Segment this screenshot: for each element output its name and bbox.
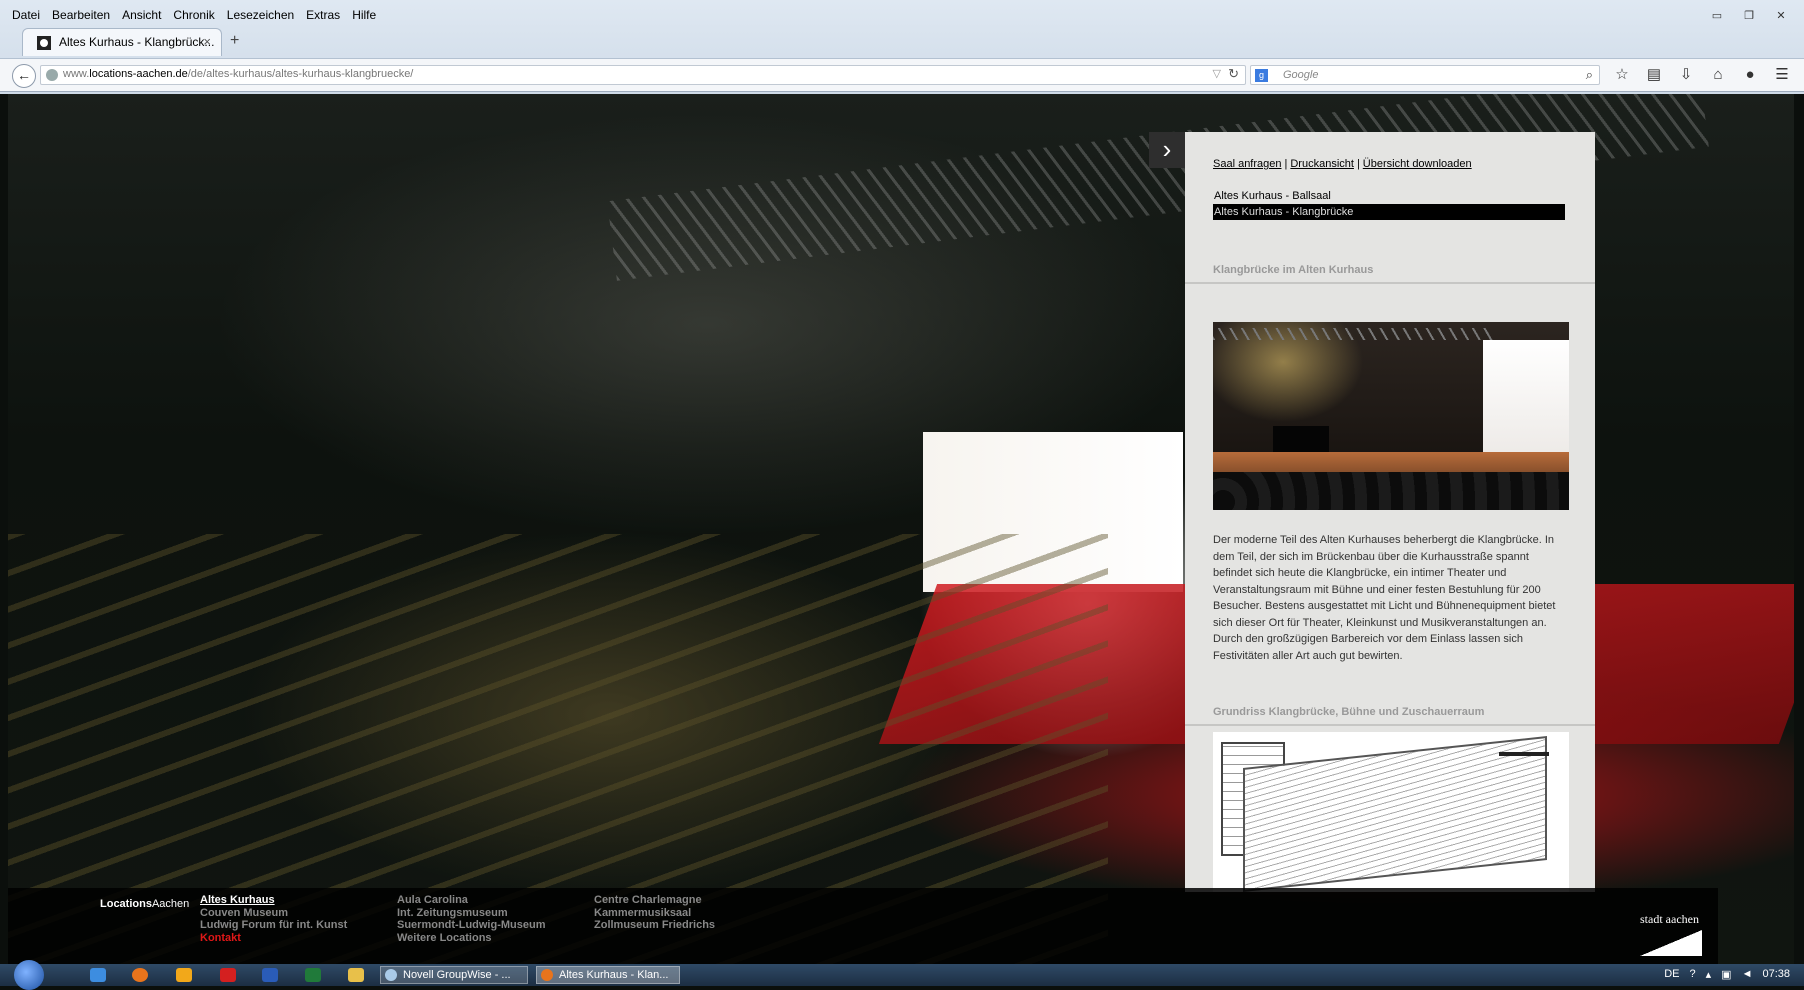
language-indicator[interactable]: DE xyxy=(1664,968,1679,981)
window-controls: ▭ ❐ ✕ xyxy=(1704,8,1794,24)
back-button[interactable]: ← xyxy=(12,64,36,88)
footer-column-1: Altes Kurhaus Couven Museum Ludwig Forum… xyxy=(200,894,347,944)
navigation-bar: ← www.locations-aachen.de/de/altes-kurha… xyxy=(0,58,1804,92)
menu-hilfe[interactable]: Hilfe xyxy=(352,8,376,22)
footer-link-centre-charlemagne[interactable]: Centre Charlemagne xyxy=(594,894,715,907)
bookmarks-list-icon[interactable]: ▤ xyxy=(1644,65,1664,85)
explorer-icon[interactable] xyxy=(348,968,364,982)
help-icon[interactable]: ? xyxy=(1690,968,1696,981)
search-input[interactable]: Google xyxy=(1283,69,1318,81)
show-hidden-icons-icon[interactable]: ▴ xyxy=(1706,968,1712,981)
search-icon[interactable]: ⌕ xyxy=(1586,67,1593,83)
floor-plan-image[interactable] xyxy=(1213,732,1569,892)
footer-link-kontakt[interactable]: Kontakt xyxy=(200,932,347,945)
footer-link-zeitungsmuseum[interactable]: Int. Zeitungsmuseum xyxy=(397,907,546,920)
firefox-icon xyxy=(541,969,553,981)
footer-link-weitere-locations[interactable]: Weitere Locations xyxy=(397,932,546,945)
pdf-icon[interactable] xyxy=(220,968,236,982)
footer-link-kammermusiksaal[interactable]: Kammermusiksaal xyxy=(594,907,715,920)
groupwise-icon xyxy=(385,969,397,981)
collapse-panel-button[interactable]: › xyxy=(1149,132,1185,168)
info-panel: Saal anfragen | Druckansicht | Übersicht dow… xyxy=(1185,132,1595,892)
tab-title: Altes Kurhaus - Klangbrück... xyxy=(59,35,215,49)
section-divider xyxy=(1185,282,1595,284)
site-favicon-icon xyxy=(37,36,51,50)
network-icon[interactable]: ▣ xyxy=(1721,968,1731,981)
menu-bar: Datei Bearbeiten Ansicht Chronik Lesezeichen… xyxy=(0,6,1804,26)
google-engine-icon[interactable]: g xyxy=(1255,69,1268,82)
section-title-klangbruecke: Klangbrücke im Alten Kurhaus xyxy=(1213,264,1374,276)
panel-links: Saal anfragen | Druckansicht | Übersicht dow… xyxy=(1213,158,1472,170)
media-player-icon[interactable] xyxy=(176,968,192,982)
footer-column-2: Aula Carolina Int. Zeitungsmuseum Suermo… xyxy=(397,894,546,944)
menu-icon[interactable]: ☰ xyxy=(1772,65,1792,85)
footer-brand[interactable]: LocationsAachen xyxy=(100,898,189,910)
new-tab-icon[interactable]: + xyxy=(230,32,239,50)
sub-item-ballsaal[interactable]: Altes Kurhaus - Ballsaal xyxy=(1213,188,1565,204)
sub-item-klangbruecke[interactable]: Altes Kurhaus - Klangbrücke xyxy=(1213,204,1565,220)
footer-column-3: Centre Charlemagne Kammermusiksaal Zollm… xyxy=(594,894,715,932)
druckansicht-link[interactable]: Druckansicht xyxy=(1290,158,1354,170)
system-tray: DE ? ▴ ▣ ◄ 07:38 xyxy=(1664,968,1790,981)
saal-anfragen-link[interactable]: Saal anfragen xyxy=(1213,158,1282,170)
stadt-aachen-mark-icon xyxy=(1640,930,1702,956)
reload-icon[interactable]: ↻ xyxy=(1228,66,1239,82)
word-icon[interactable] xyxy=(262,968,278,982)
chat-icon[interactable]: ● xyxy=(1740,65,1760,85)
section-title-grundriss: Grundriss Klangbrücke, Bühne und Zuschau… xyxy=(1213,706,1485,718)
footer-link-altes-kurhaus[interactable]: Altes Kurhaus xyxy=(200,894,347,907)
browser-chrome: Datei Bearbeiten Ansicht Chronik Lesezeichen… xyxy=(0,0,1804,94)
stadt-aachen-logo[interactable]: stadt aachen xyxy=(1606,888,1718,964)
search-box[interactable]: g Google ⌕ xyxy=(1250,65,1600,85)
footer-link-aula-carolina[interactable]: Aula Carolina xyxy=(397,894,546,907)
stage-photo[interactable] xyxy=(1213,322,1569,510)
menu-chronik[interactable]: Chronik xyxy=(173,8,214,22)
firefox-icon[interactable] xyxy=(132,968,148,982)
menu-extras[interactable]: Extras xyxy=(306,8,340,22)
excel-icon[interactable] xyxy=(305,968,321,982)
task-firefox[interactable]: Altes Kurhaus - Klan... xyxy=(536,966,680,984)
restore-icon[interactable]: ❐ xyxy=(1736,8,1762,24)
url-text[interactable]: www.locations-aachen.de/de/altes-kurhaus… xyxy=(63,68,413,80)
footer-nav: LocationsAachen Altes Kurhaus Couven Mus… xyxy=(8,888,1718,964)
footer-link-ludwig-forum[interactable]: Ludwig Forum für int. Kunst xyxy=(200,919,347,932)
close-tab-icon[interactable]: × xyxy=(203,34,211,49)
section-divider xyxy=(1185,724,1595,726)
minimize-icon[interactable]: ▭ xyxy=(1704,8,1730,24)
bookmark-star-icon[interactable]: ☆ xyxy=(1612,65,1632,85)
footer-link-couven-museum[interactable]: Couven Museum xyxy=(200,907,347,920)
menu-bearbeiten[interactable]: Bearbeiten xyxy=(52,8,110,22)
home-icon[interactable]: ⌂ xyxy=(1708,65,1728,85)
volume-icon[interactable]: ◄ xyxy=(1742,968,1753,981)
download-icon[interactable]: ⇩ xyxy=(1676,65,1696,85)
windows-taskbar: Novell GroupWise - ... Altes Kurhaus - K… xyxy=(0,960,1804,990)
menu-ansicht[interactable]: Ansicht xyxy=(122,8,161,22)
task-groupwise[interactable]: Novell GroupWise - ... xyxy=(380,966,528,984)
footer-link-zollmuseum[interactable]: Zollmuseum Friedrichs xyxy=(594,919,715,932)
url-bar[interactable]: www.locations-aachen.de/de/altes-kurhaus… xyxy=(40,65,1246,85)
tab-altes-kurhaus[interactable]: Altes Kurhaus - Klangbrück... × xyxy=(22,28,222,56)
footer-link-suermondt-ludwig[interactable]: Suermondt-Ludwig-Museum xyxy=(397,919,546,932)
uebersicht-download-link[interactable]: Übersicht downloaden xyxy=(1363,158,1472,170)
site-identity-icon[interactable] xyxy=(46,69,58,81)
ie-icon[interactable] xyxy=(90,968,106,982)
toolbar-icons: ☆ ▤ ⇩ ⌂ ● ☰ xyxy=(1612,65,1792,85)
location-description: Der moderne Teil des Alten Kurhauses beh… xyxy=(1213,534,1556,662)
menu-datei[interactable]: Datei xyxy=(12,8,40,22)
location-sub-nav: Altes Kurhaus - Ballsaal Altes Kurhaus -… xyxy=(1213,188,1565,220)
clock[interactable]: 07:38 xyxy=(1762,968,1790,981)
close-window-icon[interactable]: ✕ xyxy=(1768,8,1794,24)
menu-lesezeichen[interactable]: Lesezeichen xyxy=(227,8,294,22)
url-history-icon[interactable]: ▽ xyxy=(1213,67,1221,80)
tab-bar: Altes Kurhaus - Klangbrück... × + xyxy=(8,28,1798,56)
